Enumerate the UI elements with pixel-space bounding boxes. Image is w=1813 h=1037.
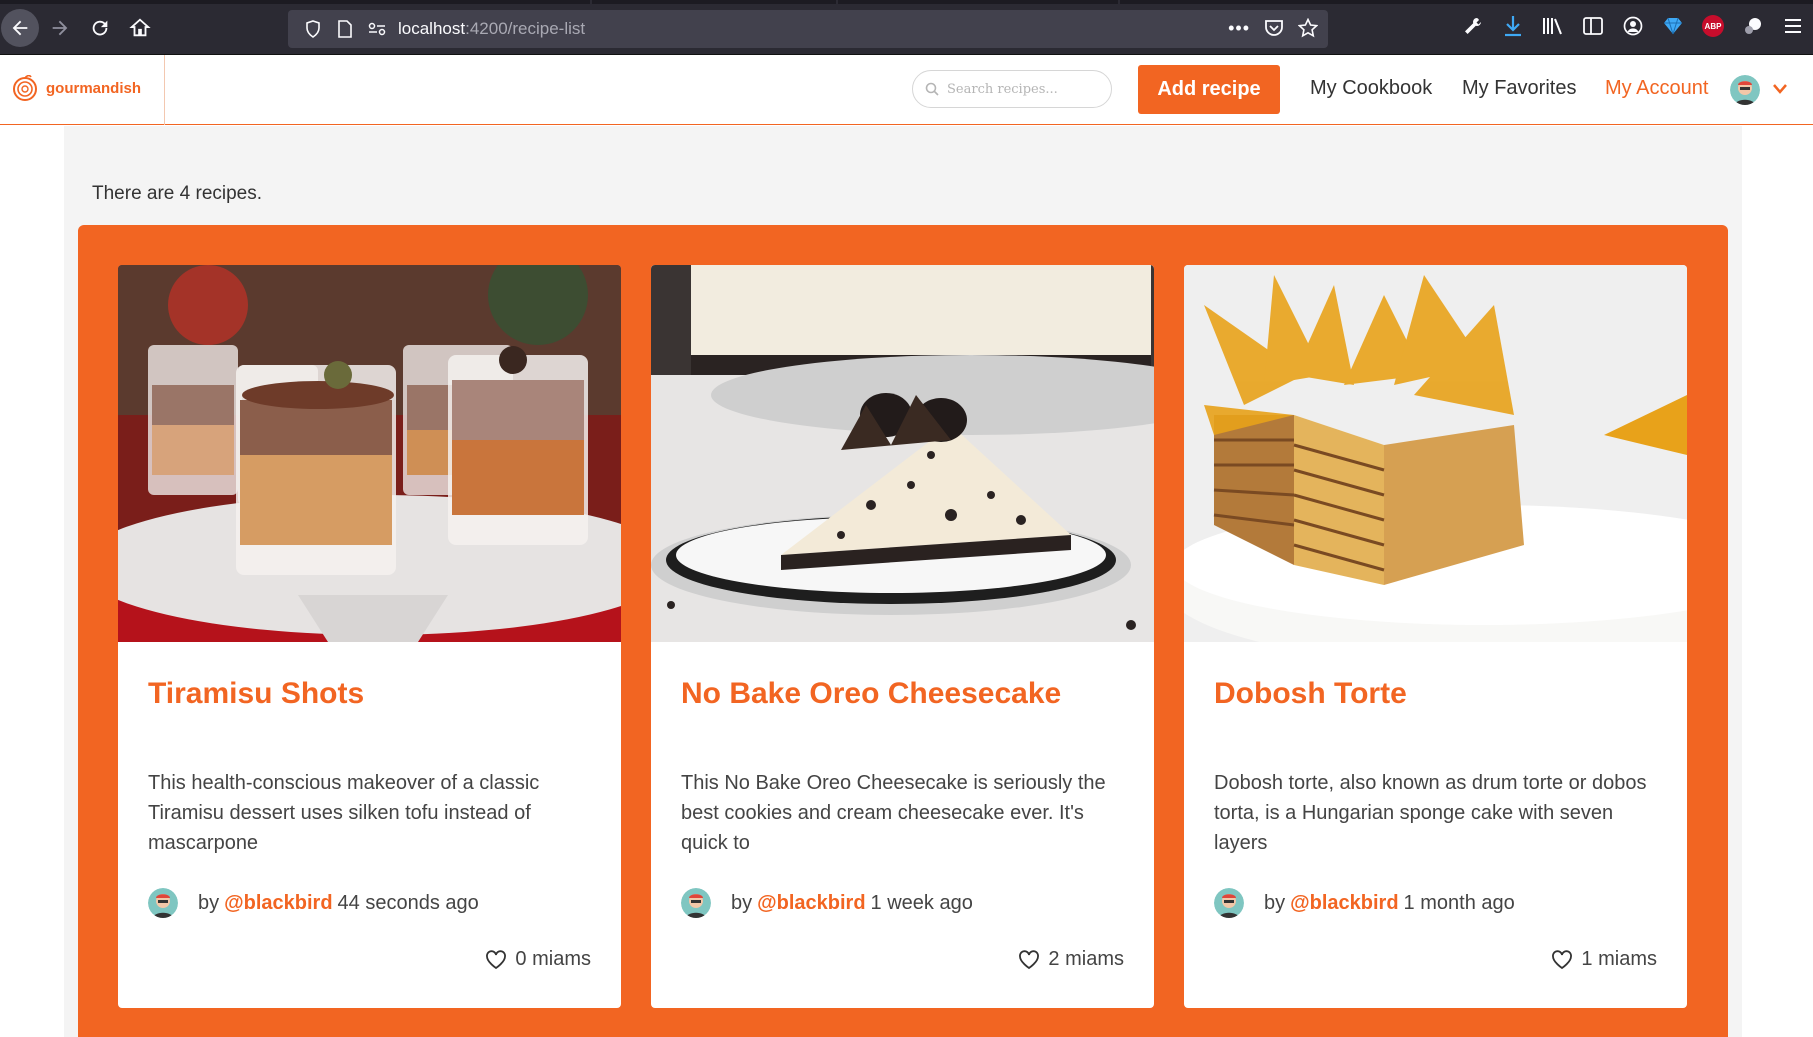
bookmark-star-icon[interactable] bbox=[1297, 17, 1319, 43]
recipe-card[interactable]: Tiramisu Shots This health-conscious mak… bbox=[118, 265, 621, 1008]
timestamp: 1 week ago bbox=[870, 891, 973, 914]
tiramisu-photo[interactable] bbox=[118, 265, 621, 642]
url-path: :4200/recipe-list bbox=[465, 19, 586, 38]
miams-count: 1 miams bbox=[1581, 948, 1657, 970]
tab-strip bbox=[838, 0, 1118, 4]
author-link[interactable]: @blackbird bbox=[224, 892, 332, 915]
home-button[interactable] bbox=[121, 9, 159, 47]
more-actions-icon[interactable]: ••• bbox=[1228, 18, 1250, 43]
header-divider bbox=[164, 55, 165, 125]
wrench-icon[interactable] bbox=[1461, 12, 1485, 40]
recipe-title[interactable]: Tiramisu Shots bbox=[148, 677, 364, 711]
search-placeholder: Search recipes... bbox=[947, 81, 1058, 97]
back-button[interactable] bbox=[1, 9, 39, 47]
recipe-card[interactable]: No Bake Oreo Cheesecake This No Bake Ore… bbox=[651, 265, 1154, 1008]
search-icon bbox=[925, 82, 939, 96]
by-label: by bbox=[198, 891, 220, 914]
nav-my-cookbook[interactable]: My Cookbook bbox=[1310, 77, 1432, 100]
permissions-icon[interactable] bbox=[366, 18, 388, 40]
user-avatar[interactable] bbox=[1730, 75, 1760, 105]
cheesecake-photo[interactable] bbox=[651, 265, 1154, 642]
library-icon[interactable] bbox=[1541, 12, 1565, 40]
author-avatar[interactable] bbox=[681, 888, 711, 918]
extension-icon[interactable] bbox=[1741, 12, 1765, 40]
heart-icon bbox=[1552, 949, 1573, 969]
arrow-left-icon bbox=[12, 20, 28, 36]
nav-my-account[interactable]: My Account bbox=[1605, 77, 1708, 100]
by-label: by bbox=[1264, 891, 1286, 914]
logo-text: gourmandish bbox=[46, 79, 142, 97]
torte-photo[interactable] bbox=[1184, 265, 1687, 642]
recipe-title[interactable]: Dobosh Torte bbox=[1214, 677, 1407, 711]
logo[interactable]: gourmandish bbox=[12, 75, 141, 101]
recipe-byline: by @blackbird 44 seconds ago bbox=[148, 888, 479, 918]
shield-icon[interactable] bbox=[302, 18, 324, 40]
recipe-card[interactable]: Dobosh Torte Dobosh torte, also known as… bbox=[1184, 265, 1687, 1008]
account-icon[interactable] bbox=[1621, 12, 1645, 40]
chevron-down-icon[interactable] bbox=[1772, 83, 1788, 95]
miams-button[interactable]: 1 miams bbox=[1551, 948, 1657, 971]
url-host: localhost bbox=[398, 19, 466, 38]
miams-button[interactable]: 0 miams bbox=[485, 948, 591, 971]
tab-strip bbox=[0, 0, 590, 4]
browser-toolbar: localhost:4200/recipe-list ••• ABP bbox=[0, 0, 1813, 55]
gem-extension-icon[interactable] bbox=[1661, 12, 1685, 40]
adblock-icon[interactable]: ABP bbox=[1701, 12, 1725, 40]
timestamp: 1 month ago bbox=[1403, 891, 1515, 914]
url-bar[interactable]: localhost:4200/recipe-list ••• bbox=[288, 10, 1328, 48]
author-avatar[interactable] bbox=[148, 888, 178, 918]
recipe-description: This No Bake Oreo Cheesecake is seriousl… bbox=[681, 772, 1106, 854]
reload-icon bbox=[92, 20, 108, 36]
app-header: gourmandish Search recipes... Add recipe… bbox=[0, 55, 1813, 125]
author-link[interactable]: @blackbird bbox=[757, 892, 865, 915]
miams-count: 0 miams bbox=[515, 948, 591, 970]
tab-strip bbox=[1120, 0, 1813, 4]
heart-icon bbox=[1019, 949, 1040, 969]
author-link[interactable]: @blackbird bbox=[1290, 892, 1398, 915]
nav-my-favorites[interactable]: My Favorites bbox=[1462, 77, 1576, 100]
heart-icon bbox=[486, 949, 507, 969]
timestamp: 44 seconds ago bbox=[337, 891, 479, 914]
recipe-description: This health-conscious makeover of a clas… bbox=[148, 772, 540, 854]
page-icon bbox=[334, 18, 356, 40]
forward-button[interactable] bbox=[41, 9, 79, 47]
recipe-byline: by @blackbird 1 week ago bbox=[681, 888, 973, 918]
home-icon bbox=[129, 18, 151, 37]
download-icon[interactable] bbox=[1501, 12, 1525, 40]
search-input[interactable]: Search recipes... bbox=[912, 70, 1112, 108]
miams-button[interactable]: 2 miams bbox=[1018, 948, 1124, 971]
logo-icon bbox=[13, 75, 37, 101]
add-recipe-button[interactable]: Add recipe bbox=[1138, 65, 1280, 114]
by-label: by bbox=[731, 891, 753, 914]
recipe-title[interactable]: No Bake Oreo Cheesecake bbox=[681, 677, 1061, 711]
miams-count: 2 miams bbox=[1048, 948, 1124, 970]
sidebar-icon[interactable] bbox=[1581, 12, 1605, 40]
menu-icon[interactable] bbox=[1781, 12, 1805, 40]
recipe-byline: by @blackbird 1 month ago bbox=[1214, 888, 1515, 918]
recipe-count: There are 4 recipes. bbox=[92, 183, 263, 204]
arrow-right-icon bbox=[52, 20, 68, 36]
reload-button[interactable] bbox=[81, 9, 119, 47]
pocket-icon[interactable] bbox=[1264, 18, 1284, 43]
tab-strip bbox=[592, 0, 836, 4]
recipe-description: Dobosh torte, also known as drum torte o… bbox=[1214, 772, 1647, 854]
author-avatar[interactable] bbox=[1214, 888, 1244, 918]
